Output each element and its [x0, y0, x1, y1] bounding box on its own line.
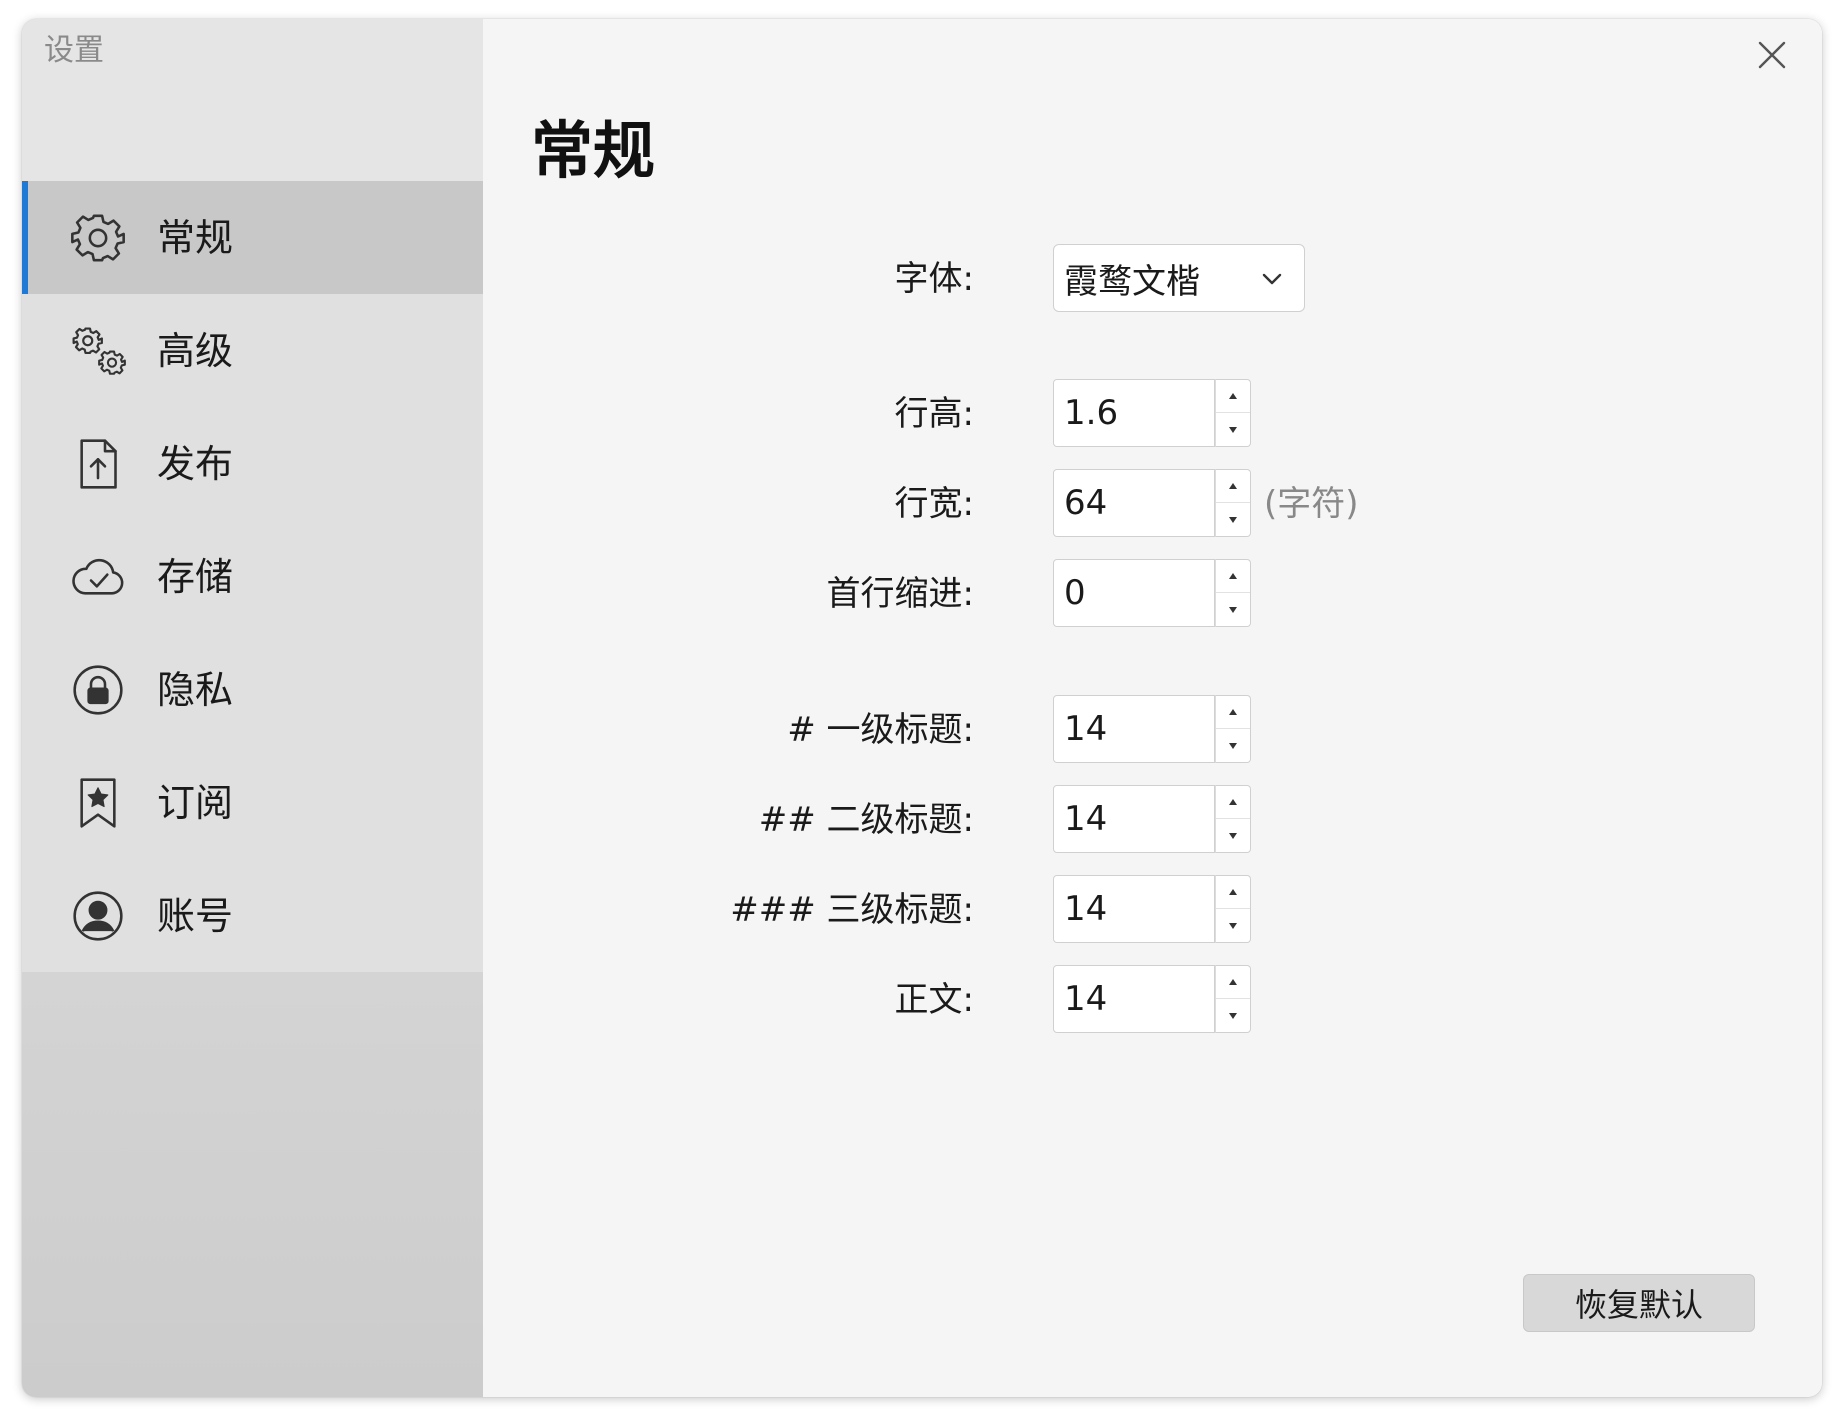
- h1-size-label: # 一级标题:: [787, 710, 974, 750]
- arrow-down-icon: [1229, 426, 1237, 433]
- increment-button[interactable]: [1216, 876, 1250, 909]
- sidebar-nav: 常规 高级 发布 存储 隐私 订阅 账号: [22, 181, 483, 972]
- gears-icon: [70, 323, 126, 379]
- line-width-stepper: [1215, 469, 1251, 537]
- lock-icon: [70, 662, 126, 718]
- body-size-stepper: [1215, 965, 1251, 1033]
- font-label: 字体:: [894, 259, 974, 299]
- h2-size-label: ## 二级标题:: [758, 800, 974, 840]
- arrow-up-icon: [1229, 979, 1237, 985]
- sidebar-item-subscription[interactable]: 订阅: [22, 746, 483, 859]
- restore-defaults-button[interactable]: 恢复默认: [1523, 1274, 1755, 1332]
- arrow-down-icon: [1229, 606, 1237, 613]
- increment-button[interactable]: [1216, 380, 1250, 413]
- increment-button[interactable]: [1216, 966, 1250, 999]
- sidebar-item-label: 订阅: [157, 780, 234, 825]
- sidebar-item-label: 隐私: [157, 667, 234, 712]
- chevron-down-icon: [1262, 273, 1282, 285]
- font-select-value: 霞鹜文楷: [1064, 261, 1200, 302]
- increment-button[interactable]: [1216, 470, 1250, 503]
- line-height-input[interactable]: [1053, 379, 1215, 447]
- sidebar-item-label: 常规: [157, 215, 234, 260]
- decrement-button[interactable]: [1216, 999, 1250, 1032]
- h2-size-stepper: [1215, 785, 1251, 853]
- sidebar-item-label: 账号: [157, 893, 234, 938]
- arrow-up-icon: [1229, 393, 1237, 399]
- sidebar-item-label: 高级: [157, 328, 234, 373]
- arrow-down-icon: [1229, 1012, 1237, 1019]
- upload-file-icon: [70, 436, 126, 492]
- sidebar-item-general[interactable]: 常规: [22, 181, 483, 294]
- first-indent-label: 首行缩进:: [826, 574, 974, 614]
- font-row: 字体: 霞鹜文楷: [483, 244, 1822, 314]
- sidebar-item-label: 发布: [157, 441, 234, 486]
- settings-window: 设置 常规 高级 发布 存储 隐私 订阅 账号 常规 字体: 霞鹜文楷 行高: …: [22, 19, 1822, 1397]
- h3-size-input[interactable]: [1053, 875, 1215, 943]
- settings-content: 常规 字体: 霞鹜文楷 行高: 行宽:: [483, 19, 1822, 1397]
- line-height-label: 行高:: [894, 394, 974, 434]
- sidebar-item-publish[interactable]: 发布: [22, 407, 483, 520]
- decrement-button[interactable]: [1216, 503, 1250, 536]
- user-circle-icon: [70, 888, 126, 944]
- first-indent-row: 首行缩进:: [483, 559, 1822, 629]
- decrement-button[interactable]: [1216, 819, 1250, 852]
- h1-size-stepper: [1215, 695, 1251, 763]
- increment-button[interactable]: [1216, 560, 1250, 593]
- line-height-row: 行高:: [483, 379, 1822, 449]
- decrement-button[interactable]: [1216, 729, 1250, 762]
- h2-size-row: ## 二级标题:: [483, 785, 1822, 855]
- bookmark-star-icon: [70, 775, 126, 831]
- cloud-check-icon: [70, 549, 126, 605]
- h2-size-input[interactable]: [1053, 785, 1215, 853]
- body-size-row: 正文:: [483, 965, 1822, 1035]
- line-width-unit: (字符): [1264, 484, 1359, 524]
- arrow-up-icon: [1229, 483, 1237, 489]
- body-size-input[interactable]: [1053, 965, 1215, 1033]
- arrow-up-icon: [1229, 709, 1237, 715]
- decrement-button[interactable]: [1216, 593, 1250, 626]
- sidebar-item-account[interactable]: 账号: [22, 859, 483, 972]
- first-indent-stepper: [1215, 559, 1251, 627]
- close-button[interactable]: [1750, 33, 1794, 77]
- arrow-down-icon: [1229, 516, 1237, 523]
- first-indent-input[interactable]: [1053, 559, 1215, 627]
- sidebar-item-advanced[interactable]: 高级: [22, 294, 483, 407]
- font-select[interactable]: 霞鹜文楷: [1053, 244, 1305, 312]
- h1-size-row: # 一级标题:: [483, 695, 1822, 765]
- arrow-down-icon: [1229, 832, 1237, 839]
- sidebar-item-storage[interactable]: 存储: [22, 520, 483, 633]
- arrow-down-icon: [1229, 742, 1237, 749]
- sidebar-item-label: 存储: [157, 554, 234, 599]
- decrement-button[interactable]: [1216, 909, 1250, 942]
- h3-size-stepper: [1215, 875, 1251, 943]
- arrow-down-icon: [1229, 922, 1237, 929]
- body-size-label: 正文:: [894, 980, 974, 1020]
- line-width-label: 行宽:: [894, 484, 974, 524]
- arrow-up-icon: [1229, 573, 1237, 579]
- decrement-button[interactable]: [1216, 413, 1250, 446]
- arrow-up-icon: [1229, 889, 1237, 895]
- page-title: 常规: [531, 114, 656, 187]
- line-height-stepper: [1215, 379, 1251, 447]
- sidebar-footer-area: [22, 972, 483, 1397]
- h1-size-input[interactable]: [1053, 695, 1215, 763]
- sidebar-item-privacy[interactable]: 隐私: [22, 633, 483, 746]
- gear-icon: [70, 210, 126, 266]
- line-width-row: 行宽: (字符): [483, 469, 1822, 539]
- h3-size-row: ### 三级标题:: [483, 875, 1822, 945]
- sidebar: 设置 常规 高级 发布 存储 隐私 订阅 账号: [22, 19, 483, 1397]
- line-width-input[interactable]: [1053, 469, 1215, 537]
- close-icon: [1758, 41, 1786, 69]
- arrow-up-icon: [1229, 799, 1237, 805]
- increment-button[interactable]: [1216, 786, 1250, 819]
- h3-size-label: ### 三级标题:: [730, 890, 974, 930]
- increment-button[interactable]: [1216, 696, 1250, 729]
- window-title: 设置: [44, 33, 104, 68]
